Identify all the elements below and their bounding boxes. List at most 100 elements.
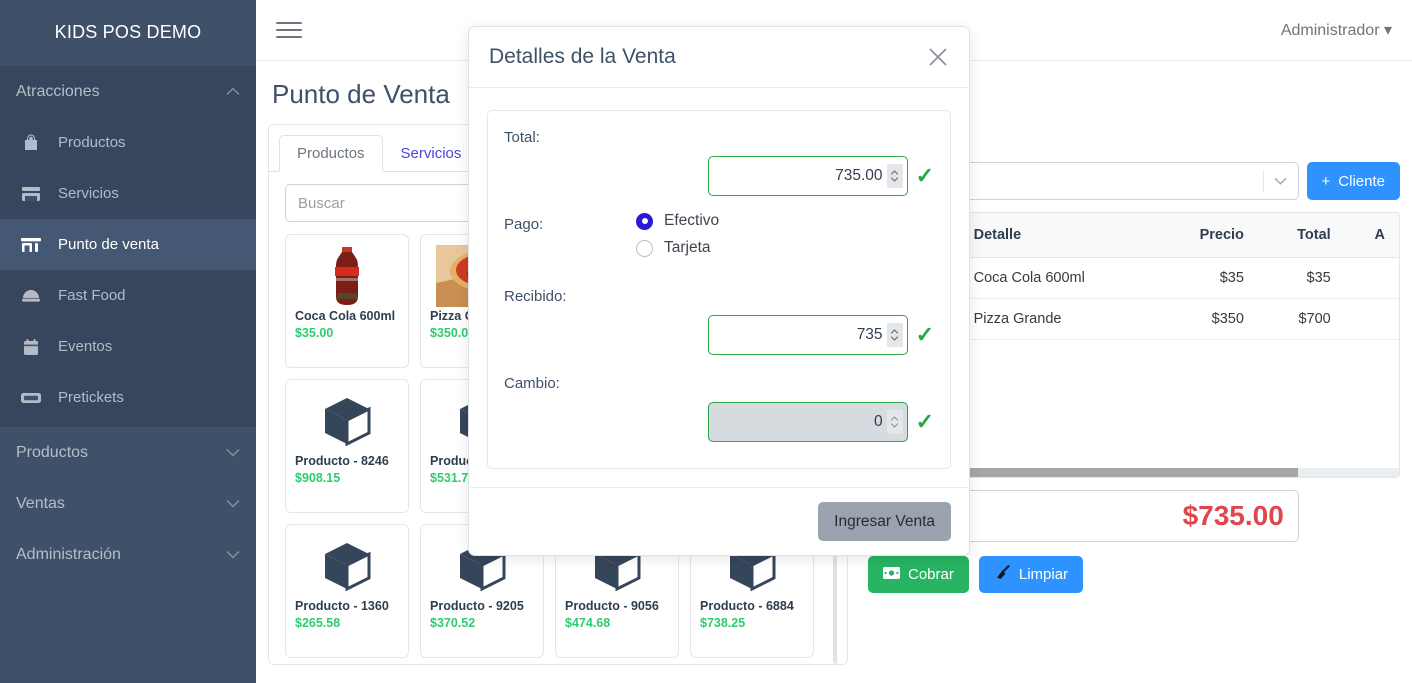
sidebar-item-label: Productos [16, 443, 89, 461]
sidebar-item-productos[interactable]: Productos [0, 427, 256, 478]
chevron-up-icon [226, 83, 240, 101]
cell-accion[interactable] [1344, 257, 1399, 299]
shop-icon [14, 235, 48, 255]
field-cambio: Cambio: 0 ✓ [504, 375, 934, 442]
product-card[interactable]: Producto - 8246 $908.15 [285, 379, 409, 513]
cobrar-button[interactable]: Cobrar [868, 556, 969, 593]
product-price: $370.52 [430, 616, 476, 630]
product-price: $474.68 [565, 616, 611, 630]
user-menu[interactable]: Administrador ▾ [1281, 20, 1392, 40]
cambio-input-line: 0 ✓ [504, 402, 934, 442]
sidebar-item-label: Pretickets [58, 389, 124, 406]
close-icon[interactable] [927, 46, 949, 68]
product-name: Coca Cola 600ml [295, 309, 396, 323]
hamburger-icon[interactable] [276, 17, 302, 43]
sidebar-item-productos-atracciones[interactable]: Productos [0, 117, 256, 168]
recibido-field-label: Recibido: [504, 288, 567, 305]
plus-icon: + [1321, 172, 1331, 190]
radio-efectivo[interactable] [636, 212, 653, 230]
product-name: Producto - 8246 [295, 454, 389, 468]
sidebar-item-ventas[interactable]: Ventas [0, 478, 256, 529]
modal-header: Detalles de la Venta [469, 27, 969, 88]
modal-title: Detalles de la Venta [489, 45, 676, 68]
radio-efectivo-label: Efectivo [664, 212, 720, 229]
store-icon [14, 184, 48, 204]
chevron-down-icon[interactable] [1264, 177, 1298, 185]
chevron-down-icon [226, 546, 240, 564]
sidebar-item-servicios[interactable]: Servicios [0, 168, 256, 219]
number-spinner[interactable] [886, 164, 903, 188]
product-price: $908.15 [295, 471, 341, 485]
total-input[interactable]: 735.00 [707, 156, 908, 196]
sidebar-group-header-atracciones[interactable]: Atracciones [0, 66, 256, 117]
sidebar-item-punto-de-venta[interactable]: Punto de venta [0, 219, 256, 270]
total-input-line: 735.00 ✓ [504, 156, 934, 196]
number-spinner [886, 410, 903, 434]
sidebar-item-label: Administración [16, 545, 121, 563]
dish-icon [14, 286, 48, 306]
radio-tarjeta-label: Tarjeta [664, 239, 711, 256]
cambio-input-value: 0 [873, 413, 883, 430]
chevron-down-icon [226, 444, 240, 462]
field-pago: Pago: Efectivo Tarjeta [504, 212, 934, 266]
bag-icon [14, 133, 48, 153]
caret-down-icon: ▾ [1383, 22, 1392, 39]
sale-fieldset: Total: 735.00 ✓ Pago: Efectivo Tarjeta R… [487, 110, 951, 469]
cart-actions: Cobrar Limpiar [868, 556, 1400, 593]
modal-body: Total: 735.00 ✓ Pago: Efectivo Tarjeta R… [469, 88, 969, 487]
cell-precio: $350 [1155, 298, 1258, 340]
cell-accion[interactable] [1344, 298, 1399, 340]
tab-productos[interactable]: Productos [279, 135, 383, 172]
sidebar-item-eventos[interactable]: Eventos [0, 321, 256, 372]
radio-option-efectivo[interactable]: Efectivo [636, 212, 719, 230]
sidebar-item-label: Punto de venta [58, 236, 159, 253]
cell-detalle: Pizza Grande [959, 298, 1156, 340]
modal-footer: Ingresar Venta [469, 487, 969, 555]
add-client-label: Cliente [1338, 172, 1385, 190]
tab-servicios[interactable]: Servicios [383, 135, 480, 172]
sidebar-item-label: Eventos [58, 338, 113, 355]
product-card[interactable]: Coca Cola 600ml $35.00 [285, 234, 409, 368]
total-input-value: 735.00 [835, 167, 883, 184]
col-accion: A [1344, 213, 1399, 258]
submit-sale-button[interactable]: Ingresar Venta [818, 502, 951, 541]
sale-details-modal: Detalles de la Venta Total: 735.00 ✓ Pag… [468, 26, 970, 556]
limpiar-button[interactable]: Limpiar [978, 556, 1084, 593]
sidebar-item-administracion[interactable]: Administración [0, 529, 256, 580]
valid-check-icon: ✓ [915, 322, 934, 347]
sidebar-group-label: Atracciones [16, 82, 100, 100]
app-root: KIDS POS DEMO Atracciones Productos Serv… [0, 0, 1412, 683]
brand-title: KIDS POS DEMO [0, 0, 256, 66]
radio-tarjeta[interactable] [636, 239, 653, 257]
cell-total: $35 [1257, 257, 1345, 299]
recibido-input-line: 735 ✓ [504, 315, 934, 355]
add-client-button[interactable]: + Cliente [1306, 162, 1400, 200]
recibido-input-value: 735 [856, 326, 883, 343]
sidebar-item-label: Ventas [16, 494, 65, 512]
number-spinner[interactable] [886, 323, 903, 347]
sidebar-item-pretickets[interactable]: Pretickets [0, 372, 256, 423]
cell-detalle: Coca Cola 600ml [959, 257, 1156, 299]
calendar-icon [14, 337, 48, 357]
box-icon [320, 533, 374, 599]
product-name: Producto - 9205 [430, 599, 524, 613]
recibido-input[interactable]: 735 [707, 315, 908, 355]
product-price: $35.00 [295, 326, 334, 340]
total-amount: $735.00 [1182, 500, 1284, 531]
cambio-field-label: Cambio: [504, 375, 560, 392]
cell-total: $700 [1257, 298, 1345, 340]
product-card[interactable]: Producto - 1360 $265.58 [285, 524, 409, 658]
chevron-down-icon [226, 495, 240, 513]
cell-precio: $35 [1155, 257, 1258, 299]
box-icon [320, 388, 374, 454]
broom-icon [994, 565, 1011, 584]
product-name: Producto - 9056 [565, 599, 659, 613]
total-field-label: Total: [504, 129, 540, 146]
sidebar-item-fast-food[interactable]: Fast Food [0, 270, 256, 321]
field-total: Total: 735.00 ✓ [504, 129, 934, 196]
user-menu-label: Administrador [1280, 22, 1380, 39]
field-recibido: Recibido: 735 ✓ [504, 288, 934, 355]
product-price: $738.25 [700, 616, 746, 630]
radio-option-tarjeta[interactable]: Tarjeta [636, 239, 719, 257]
product-price: $265.58 [295, 616, 341, 630]
